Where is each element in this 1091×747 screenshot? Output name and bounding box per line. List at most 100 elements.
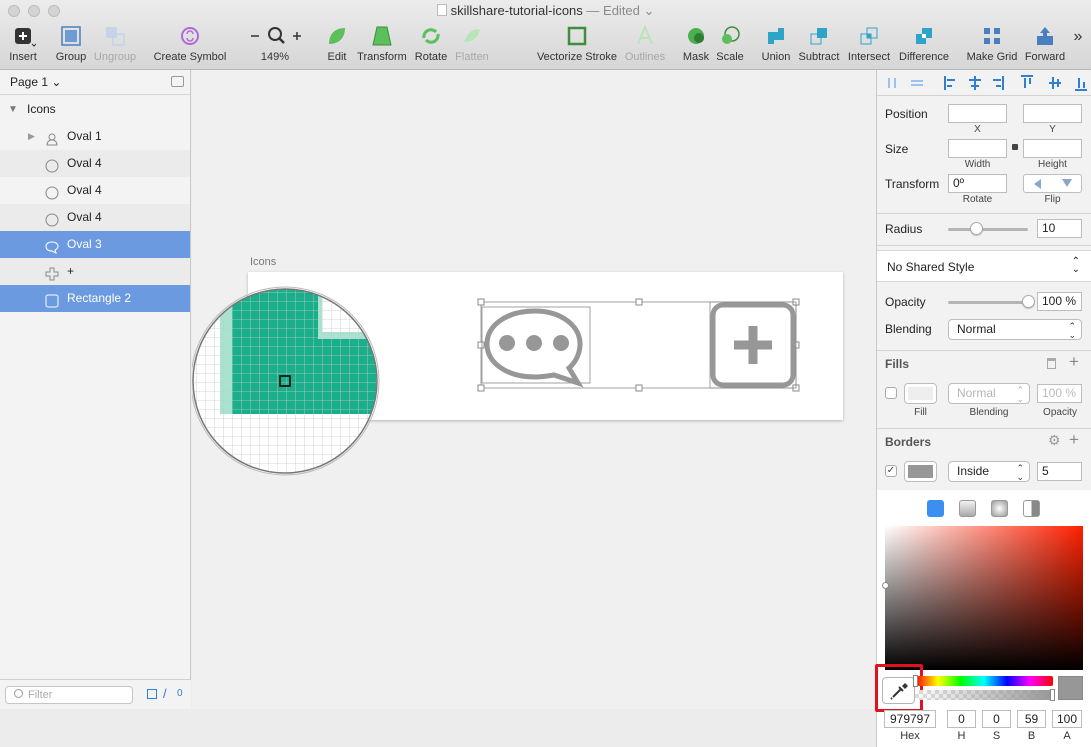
opacity-field[interactable]: 100 %	[1037, 292, 1082, 311]
union-button[interactable]: Union	[758, 24, 794, 68]
layers-sidebar: Page 1 ⌄ ▼ Icons ▶ Oval 1 Oval 4 Oval 4 Oval…	[0, 70, 191, 709]
alpha-slider-knob[interactable]	[1050, 689, 1055, 701]
radius-slider[interactable]	[948, 228, 1028, 231]
radial-gradient-button[interactable]	[991, 500, 1008, 517]
pattern-fill-button[interactable]	[1023, 500, 1040, 517]
radius-slider-knob[interactable]	[969, 222, 983, 235]
flip-vertical-icon[interactable]	[1062, 179, 1072, 187]
filter-placeholder: Filter	[28, 689, 53, 701]
fill-sub-label: Fill	[914, 407, 927, 418]
radius-field[interactable]: 10	[1037, 219, 1082, 238]
canvas[interactable]: Icons	[192, 70, 876, 709]
layer-row[interactable]: +	[0, 258, 190, 285]
rotate-field[interactable]: 0º	[948, 174, 1007, 193]
forward-button[interactable]: Forward	[1022, 24, 1068, 68]
hue-input[interactable]: 0	[947, 710, 976, 728]
border-thickness-field[interactable]: 5	[1037, 462, 1082, 481]
solid-fill-button[interactable]	[927, 500, 944, 517]
insert-button[interactable]: Insert	[4, 24, 42, 68]
opacity-slider-knob[interactable]	[1021, 295, 1035, 308]
group-button[interactable]: Group	[52, 24, 90, 68]
rectangle-icon	[45, 291, 59, 308]
rotate-button[interactable]: Rotate	[412, 24, 450, 68]
saturation-brightness-picker[interactable]	[882, 526, 1083, 670]
scale-button[interactable]: Scale	[714, 24, 746, 68]
fill-checkbox[interactable]	[885, 387, 897, 399]
fill-color-well[interactable]	[904, 383, 937, 404]
outlines-icon	[622, 24, 668, 48]
position-y-field[interactable]	[1023, 104, 1082, 123]
difference-button[interactable]: Difference	[896, 24, 952, 68]
alignment-toolbar	[877, 70, 1091, 96]
saturation-input[interactable]: 0	[982, 710, 1011, 728]
layer-row[interactable]: Rectangle 2	[0, 285, 190, 312]
filter-input[interactable]: Filter	[5, 686, 133, 704]
flatten-button[interactable]: Flatten	[452, 24, 492, 68]
ungroup-icon	[92, 24, 138, 48]
plus-square-icon[interactable]	[709, 301, 797, 389]
speech-bubble-icon	[45, 237, 59, 254]
linear-gradient-button[interactable]	[959, 500, 976, 517]
zoom-control[interactable]: 149%	[244, 24, 306, 68]
create-symbol-button[interactable]: Create Symbol	[150, 24, 230, 68]
flip-buttons[interactable]	[1023, 174, 1082, 193]
flatten-icon	[452, 24, 492, 48]
page-selector[interactable]: Page 1 ⌄	[0, 70, 190, 95]
toolbar-overflow-button[interactable]: »	[1070, 28, 1086, 72]
brightness-input[interactable]: 59	[1017, 710, 1046, 728]
position-x-field[interactable]	[948, 104, 1007, 123]
intersect-label: Intersect	[847, 51, 891, 63]
chat-bubble-icon[interactable]	[481, 306, 591, 388]
gear-icon[interactable]: ⚙	[1048, 432, 1061, 449]
slices-filter-icon[interactable]: /	[163, 686, 167, 701]
layer-row[interactable]: Oval 3	[0, 231, 190, 258]
intersect-button[interactable]: Intersect	[844, 24, 894, 68]
edit-label: Edit	[327, 51, 347, 63]
blending-select[interactable]: Normal ⌃ ⌄	[948, 319, 1082, 340]
fill-opacity-field[interactable]: 100 %	[1037, 384, 1082, 403]
disclosure-open-icon[interactable]: ▼	[8, 96, 18, 123]
filter-bar: Filter / 0	[0, 679, 191, 709]
hue-slider-knob[interactable]	[913, 675, 918, 687]
edit-button[interactable]: Edit	[322, 24, 352, 68]
border-position-value: Inside	[957, 464, 990, 478]
alpha-input[interactable]: 100	[1052, 710, 1082, 728]
hex-input[interactable]: 979797	[884, 710, 936, 728]
ungroup-button[interactable]: Ungroup	[92, 24, 138, 68]
opacity-slider[interactable]	[948, 301, 1028, 304]
border-position-select[interactable]: Inside ⌃ ⌄	[948, 461, 1030, 482]
symbols-filter-icon[interactable]	[147, 689, 157, 699]
disclosure-closed-icon[interactable]: ▶	[28, 123, 35, 150]
transform-button[interactable]: Transform	[356, 24, 408, 68]
vectorize-stroke-button[interactable]: Vectorize Stroke	[534, 24, 620, 68]
color-cursor[interactable]	[882, 582, 889, 589]
add-fill-icon[interactable]: +	[1069, 352, 1079, 372]
border-color-well[interactable]	[904, 461, 937, 482]
mask-button[interactable]: Mask	[680, 24, 712, 68]
layer-row[interactable]: Oval 4	[0, 177, 190, 204]
add-border-icon[interactable]: +	[1069, 430, 1079, 450]
layer-row[interactable]: ▶ Oval 1	[0, 123, 190, 150]
trash-icon[interactable]	[1047, 358, 1056, 369]
edited-indicator[interactable]: — Edited ⌄	[586, 3, 654, 18]
hue-slider[interactable]	[913, 675, 1053, 687]
width-field[interactable]	[948, 139, 1007, 158]
alpha-slider[interactable]	[915, 689, 1055, 701]
y-label: Y	[1049, 124, 1056, 135]
fill-blend-select[interactable]: Normal ⌃ ⌄	[948, 383, 1030, 404]
forward-label: Forward	[1024, 51, 1066, 63]
flip-horizontal-icon[interactable]	[1034, 179, 1041, 189]
collapse-panel-icon[interactable]	[171, 76, 184, 87]
height-field[interactable]	[1023, 139, 1082, 158]
layer-row[interactable]: Oval 4	[0, 204, 190, 231]
shared-style-select[interactable]: No Shared Style ⌃ ⌄	[877, 250, 1091, 282]
lock-proportions-icon[interactable]	[1012, 144, 1018, 150]
outlines-button[interactable]: Outlines	[622, 24, 668, 68]
layer-group-icons[interactable]: ▼ Icons	[0, 96, 190, 123]
a-label: A	[1063, 730, 1071, 742]
subtract-button[interactable]: Subtract	[796, 24, 842, 68]
layer-row[interactable]: Oval 4	[0, 150, 190, 177]
border-checkbox[interactable]: ✓	[885, 465, 897, 477]
make-grid-button[interactable]: Make Grid	[964, 24, 1020, 68]
eyedropper-button[interactable]	[882, 677, 915, 704]
